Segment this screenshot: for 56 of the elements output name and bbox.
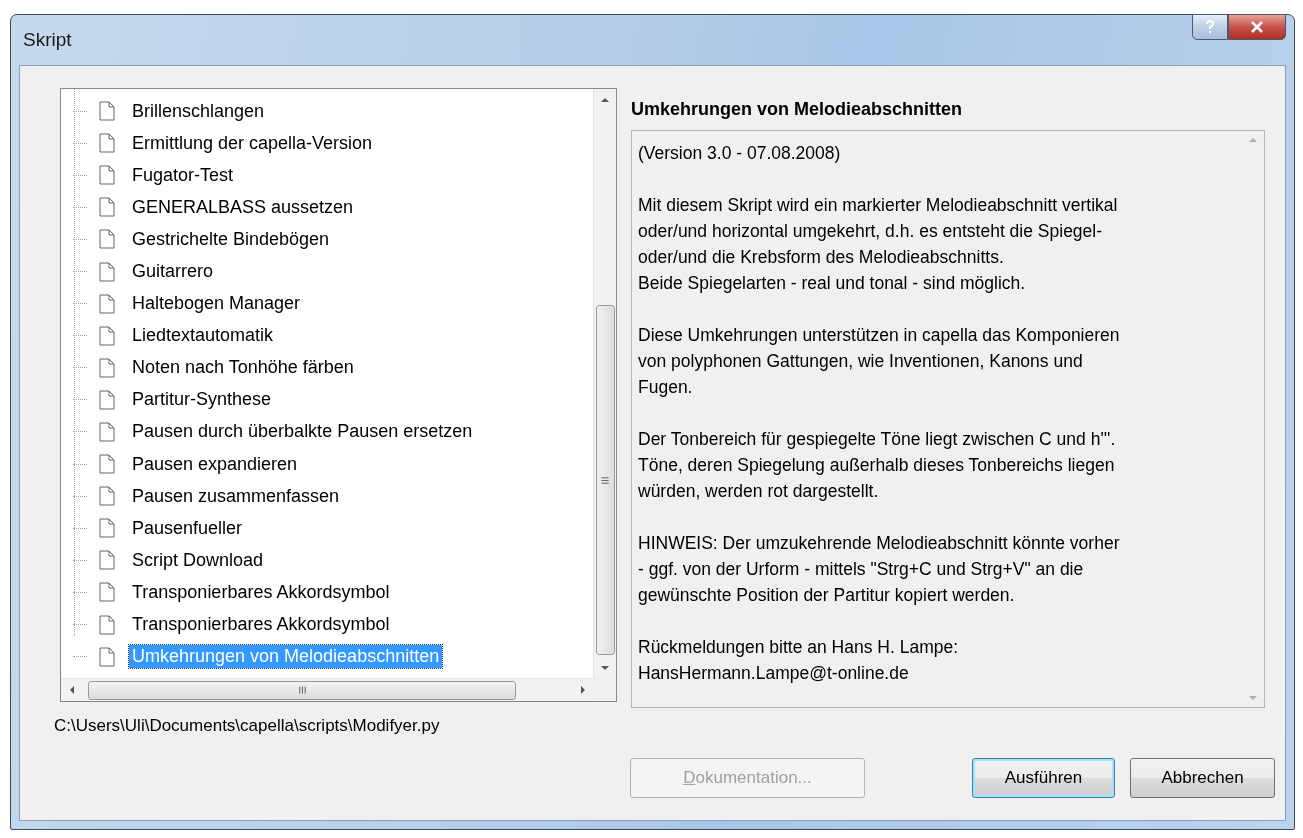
help-icon: [1205, 20, 1215, 34]
scroll-thumb[interactable]: [88, 680, 516, 700]
description-paragraph: Mit diesem Skript wird ein markierter Melodieabschnitt vertikal oder/und horizontal umgekehrt, d.h. es entsteht die Spiegel- oder/und die Krebsform des Melodieabschnitts. Beide Spiegelarten - real und tonal - sind möglich.: [638, 194, 1119, 295]
scroll-thumb[interactable]: [595, 305, 615, 655]
tree-item[interactable]: Fugator-Test: [129, 163, 237, 187]
window-title: Skript: [22, 29, 72, 51]
file-icon: [99, 422, 115, 442]
file-icon: [99, 614, 115, 635]
grip-icon: [297, 685, 307, 695]
file-path: C:\Users\Uli\Documents\capella\scripts\Modifyer.py: [54, 716, 441, 736]
horizontal-scrollbar[interactable]: [61, 678, 593, 701]
tree-item[interactable]: GENERALBASS aussetzen: [129, 195, 357, 219]
close-icon: [1250, 21, 1264, 33]
grip-icon: [600, 475, 610, 485]
tree-item[interactable]: Script Download: [129, 548, 267, 572]
tree-item[interactable]: Pausen durch überbalkte Pausen ersetzen: [129, 420, 476, 444]
file-icon: [99, 454, 115, 475]
description-paragraph: Rückmeldungen bitte an Hans H. Lampe: HansHermann.Lampe@t-online.de: [638, 636, 960, 685]
close-button[interactable]: [1228, 14, 1286, 40]
file-icon: [99, 646, 115, 667]
tree-item[interactable]: Liedtextautomatik: [129, 324, 277, 348]
tree-item[interactable]: Transponierbares Akkordsymbol: [129, 580, 393, 604]
tree-item[interactable]: Pausen expandieren: [129, 452, 301, 476]
file-icon: [99, 133, 115, 154]
dialog-button[interactable]: Ausführen: [972, 758, 1115, 798]
description-paragraph: (Version 3.0 - 07.08.2008): [638, 142, 842, 165]
script-title: Umkehrungen von Melodieabschnitten: [631, 97, 964, 121]
tree-item[interactable]: Partitur-Synthese: [129, 388, 275, 412]
file-icon: [99, 165, 115, 186]
description-paragraph: HINWEIS: Der umzukehrende Melodieabschnitt könnte vorher - ggf. von der Urform - mittels "Strg+C und Strg+V" an die gewünschte Position der Partitur kopiert werden.: [638, 532, 1121, 607]
file-icon: [99, 582, 115, 603]
file-icon: [99, 197, 115, 218]
description-paragraph: Der Tonbereich für gespiegelte Töne liegt zwischen C und h'''. Töne, deren Spiegelung außerhalb dieses Tonbereichs liegen würden, werden rot dargestellt.: [638, 428, 1117, 503]
help-button[interactable]: [1192, 14, 1228, 40]
tree-item[interactable]: Gestrichelte Bindebögen: [129, 227, 333, 251]
file-icon: [99, 229, 115, 250]
vertical-scrollbar[interactable]: [593, 89, 616, 678]
tree-item[interactable]: Haltebogen Manager: [129, 292, 304, 316]
file-icon: [99, 325, 115, 346]
file-icon: [99, 293, 115, 314]
file-icon: [99, 550, 115, 571]
tree-item[interactable]: Ermittlung der capella-Version: [129, 131, 376, 155]
file-icon: [99, 389, 115, 410]
file-icon: [99, 101, 115, 122]
tree-item[interactable]: Noten nach Tonhöhe färben: [129, 356, 357, 380]
tree-item[interactable]: Pausenfueller: [129, 516, 246, 540]
tree-item[interactable]: Brillenschlangen: [129, 99, 268, 123]
file-icon: [99, 486, 115, 507]
tree-item[interactable]: Guitarrero: [129, 260, 217, 283]
dialog-button[interactable]: Abbrechen: [1130, 758, 1275, 798]
tree-item[interactable]: Transponierbares Akkordsymbol: [129, 613, 393, 637]
file-icon: [99, 518, 115, 539]
tree-item[interactable]: Pausen zusammenfassen: [129, 484, 343, 508]
file-icon: [99, 261, 115, 282]
description-paragraph: Diese Umkehrungen unterstützen in capella das Komponieren von polyphonen Gattungen, wie Inventionen, Kanons und Fugen.: [638, 324, 1121, 399]
file-icon: [99, 357, 115, 378]
